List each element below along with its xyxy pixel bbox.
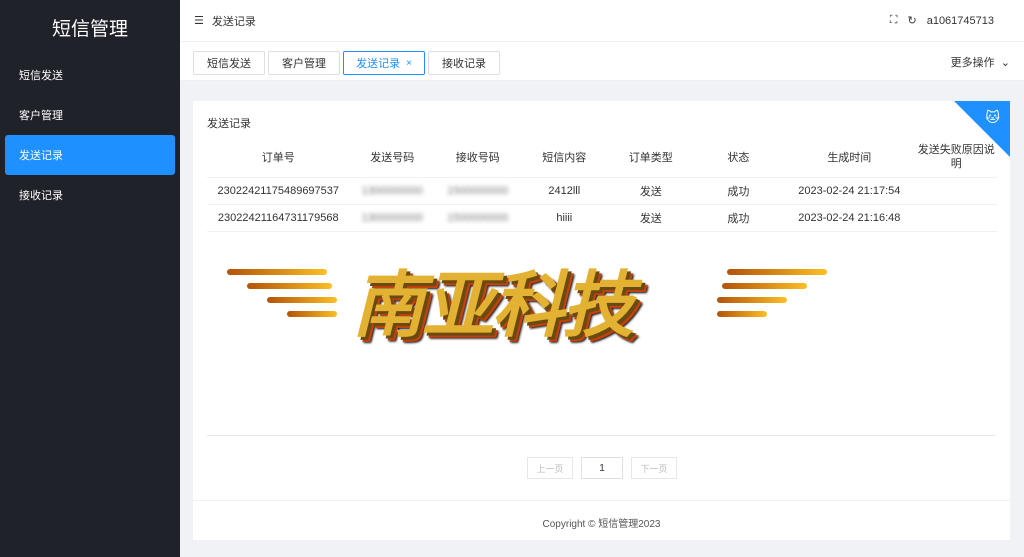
tabs-bar: 短信发送 客户管理 发送记录 × 接收记录 更多操作 ⌄ <box>180 41 1024 81</box>
sidebar-menu: 短信发送 客户管理 发送记录 接收记录 <box>0 55 180 215</box>
copyright: Copyright © 短信管理2023 <box>542 519 661 530</box>
next-page-button[interactable]: 下一页 <box>631 457 677 479</box>
col-to: 接收号码 <box>435 137 521 178</box>
page-number-input[interactable]: 1 <box>581 457 623 479</box>
menu-toggle-icon[interactable]: ☰ <box>194 14 204 27</box>
top-header: ☰ 发送记录 ⛶ ↻ a1061745713 <box>180 0 1024 41</box>
cell-from: 1300000000 <box>349 204 436 232</box>
right-wing-icon <box>717 269 827 329</box>
tab-receive-records[interactable]: 接收记录 <box>428 51 500 75</box>
col-status: 状态 <box>693 137 784 178</box>
col-reason: 发送失败原因说明 <box>915 137 997 178</box>
chevron-down-icon: ⌄ <box>997 57 1010 69</box>
table-row: 23022421164731179568 1300000000 15000000… <box>207 204 997 232</box>
col-order: 订单号 <box>207 137 350 178</box>
left-wing-icon <box>227 269 337 329</box>
cell-from: 1300000000 <box>349 177 436 205</box>
more-actions-label: 更多操作 <box>950 57 995 69</box>
cell-reason <box>915 177 997 205</box>
tab-label: 客户管理 <box>282 58 326 70</box>
github-cat-icon: 🐱 <box>985 109 1000 125</box>
tab-label: 发送记录 <box>356 58 401 70</box>
table-divider <box>207 435 996 436</box>
company-logo: 南亚科技 <box>227 241 827 351</box>
col-content: 短信内容 <box>520 137 609 178</box>
sidebar-item-receive-records[interactable]: 接收记录 <box>5 175 175 215</box>
cell-to: 1500000000 <box>435 177 521 205</box>
cell-status: 成功 <box>693 177 784 205</box>
fullscreen-icon[interactable]: ⛶ <box>890 14 898 27</box>
tab-send-records[interactable]: 发送记录 × <box>343 51 425 75</box>
col-from: 发送号码 <box>349 137 436 178</box>
footer-divider <box>193 500 1010 501</box>
sidebar: 短信管理 短信发送 客户管理 发送记录 接收记录 <box>0 0 180 557</box>
cell-content: hiiii <box>520 204 609 232</box>
records-card: 发送记录 🐱 订单号 发送号码 接收号码 短信内容 订单类型 状态 生成时间 发… <box>193 101 1010 540</box>
table-header-row: 订单号 发送号码 接收号码 短信内容 订单类型 状态 生成时间 发送失败原因说明 <box>207 137 997 178</box>
cell-content: 2412lll <box>520 177 609 205</box>
cell-order: 23022421164731179568 <box>207 204 350 232</box>
close-icon[interactable]: × <box>406 58 412 69</box>
sidebar-item-customers[interactable]: 客户管理 <box>5 95 175 135</box>
breadcrumb: 发送记录 <box>211 15 256 28</box>
cell-reason <box>915 204 997 232</box>
cell-time: 2023-02-24 21:17:54 <box>783 177 916 205</box>
records-table: 订单号 发送号码 接收号码 短信内容 订单类型 状态 生成时间 发送失败原因说明… <box>207 137 997 232</box>
tab-label: 短信发送 <box>207 58 251 70</box>
user-menu[interactable]: a1061745713 <box>927 15 994 27</box>
logo-text: 南亚科技 <box>352 263 634 347</box>
table-row: 23022421175489697537 1300000000 15000000… <box>207 177 997 205</box>
sidebar-item-sms-send[interactable]: 短信发送 <box>5 55 175 95</box>
refresh-icon[interactable]: ↻ <box>907 14 916 27</box>
cell-type: 发送 <box>608 204 694 232</box>
col-type: 订单类型 <box>608 137 694 178</box>
tab-label: 接收记录 <box>442 58 486 70</box>
cell-to: 1500000000 <box>435 204 521 232</box>
cell-type: 发送 <box>608 177 694 205</box>
header-tools: ⛶ ↻ a1061745713 <box>890 14 1024 27</box>
tab-sms-send[interactable]: 短信发送 <box>193 51 265 75</box>
more-actions-dropdown[interactable]: 更多操作 ⌄ <box>951 54 1010 70</box>
prev-page-button[interactable]: 上一页 <box>527 457 573 479</box>
card-title: 发送记录 <box>207 118 251 130</box>
pagination: 上一页 1 下一页 <box>527 457 677 479</box>
cell-status: 成功 <box>693 204 784 232</box>
cell-order: 23022421175489697537 <box>207 177 350 205</box>
col-time: 生成时间 <box>783 137 916 178</box>
sidebar-item-send-records[interactable]: 发送记录 <box>5 135 175 175</box>
tab-customers[interactable]: 客户管理 <box>268 51 340 75</box>
cell-time: 2023-02-24 21:16:48 <box>783 204 916 232</box>
app-brand: 短信管理 <box>51 19 128 40</box>
